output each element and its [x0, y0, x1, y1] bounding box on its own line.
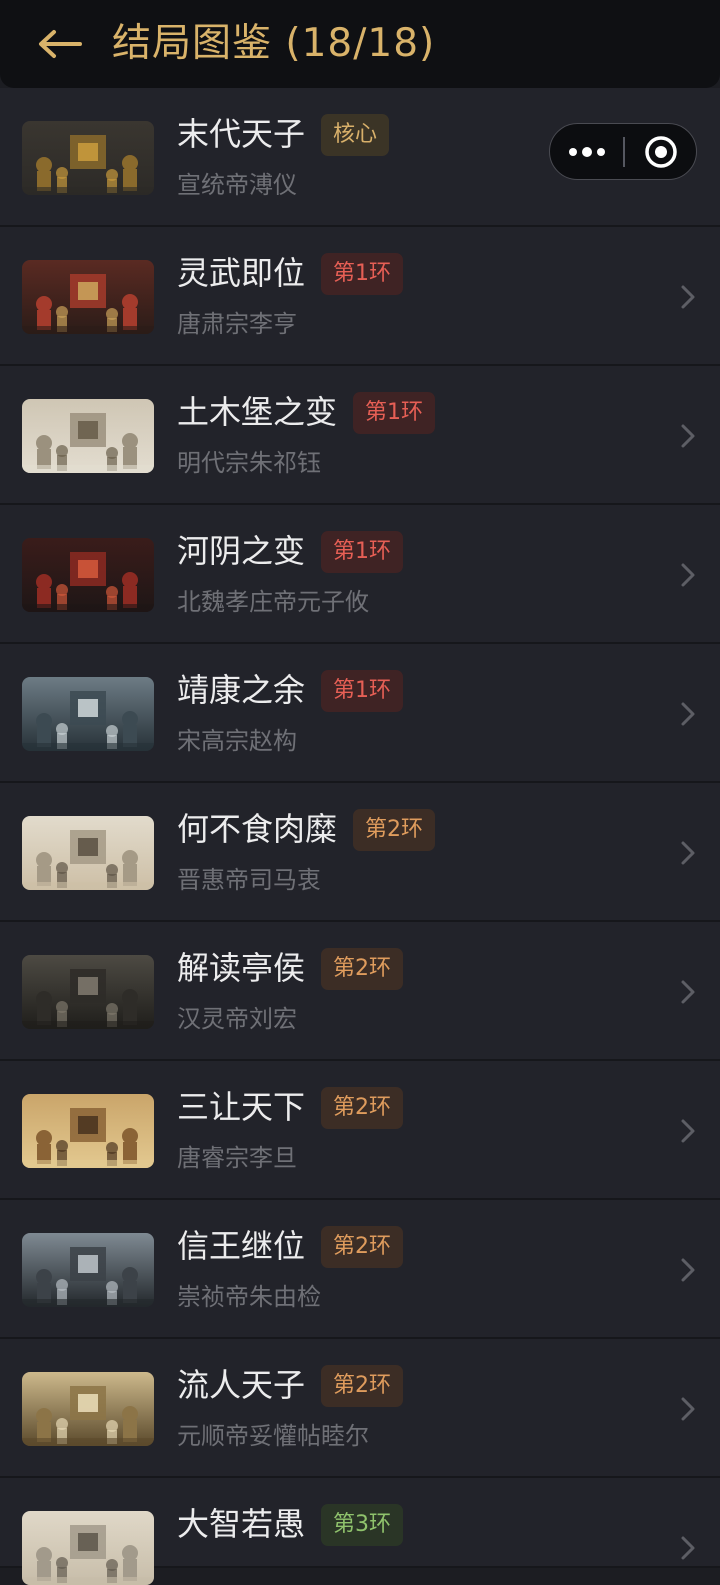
ending-illustration — [22, 955, 154, 1029]
chevron-right-icon — [681, 563, 695, 587]
emperor-name: 北魏孝庄帝元子攸 — [177, 588, 369, 616]
ending-row[interactable]: 土木堡之变 第1环明代宗朱祁钰 — [0, 366, 720, 505]
emperor-name: 宣统帝溥仪 — [177, 171, 297, 199]
more-button[interactable] — [550, 124, 624, 179]
chevron-right-icon — [681, 980, 695, 1004]
emperor-name: 崇祯帝朱由检 — [177, 1283, 321, 1311]
chevron-right-icon — [681, 1536, 695, 1560]
arrow-left-icon — [39, 30, 82, 58]
chevron-right-icon — [681, 285, 695, 309]
tier-badge: 第2环 — [321, 1087, 403, 1129]
chevron-right-icon — [681, 1397, 695, 1421]
ending-name: 河阴之变 — [177, 532, 306, 570]
emperor-name: 汉灵帝刘宏 — [177, 1005, 297, 1033]
ending-name: 何不食肉糜 — [177, 810, 338, 848]
tier-badge: 第2环 — [321, 1226, 403, 1268]
page-title: 结局图鉴 (18/18) — [112, 21, 436, 66]
chevron-right-icon — [681, 702, 695, 726]
ending-row[interactable]: 大智若愚 第3环 — [0, 1478, 720, 1585]
emperor-name: 晋惠帝司马衷 — [177, 866, 321, 894]
tier-badge: 第1环 — [321, 670, 403, 712]
ending-illustration — [22, 1094, 154, 1168]
ending-name: 信王继位 — [177, 1227, 306, 1265]
top-bar: 结局图鉴 (18/18) — [0, 0, 720, 88]
tier-badge: 第1环 — [321, 531, 403, 573]
ending-row[interactable]: 何不食肉糜 第2环晋惠帝司马衷 — [0, 783, 720, 922]
ending-row[interactable]: 解读亭侯 第2环 汉灵帝刘宏 — [0, 922, 720, 1061]
ending-row[interactable]: 信王继位 第2环 崇祯帝朱由检 — [0, 1200, 720, 1339]
ending-name: 灵武即位 — [177, 254, 306, 292]
tier-badge: 第3环 — [321, 1504, 403, 1546]
ending-name: 土木堡之变 — [177, 393, 338, 431]
ending-row[interactable]: 三让天下 第2环 唐睿宗李旦 — [0, 1061, 720, 1200]
ending-illustration — [22, 260, 154, 334]
tier-badge: 第1环 — [353, 392, 435, 434]
tier-badge: 核心 — [321, 114, 390, 156]
ending-list: 末代天子 核心 宣统帝溥仪 灵武即位 第1环 唐肃宗李亨 土木堡之变 第1环 明代宗朱祁钰 河阴之… — [0, 88, 720, 1585]
ending-illustration — [22, 121, 154, 195]
chevron-right-icon — [681, 424, 695, 448]
ending-illustration — [22, 399, 154, 473]
tier-badge: 第2环 — [321, 1365, 403, 1407]
ending-name: 三让天下 — [177, 1088, 306, 1126]
ending-row[interactable]: 流人天子 第2环元顺帝妥懽帖睦尔 — [0, 1339, 720, 1478]
ending-name: 靖康之余 — [177, 671, 306, 709]
tier-badge: 第2环 — [321, 948, 403, 990]
chevron-right-icon — [681, 1119, 695, 1143]
chevron-right-icon — [681, 1258, 695, 1282]
back-button[interactable] — [32, 20, 88, 68]
target-close-icon — [645, 135, 677, 168]
emperor-name: 元顺帝妥懽帖睦尔 — [177, 1422, 369, 1450]
ending-illustration — [22, 677, 154, 751]
chevron-right-icon — [681, 841, 695, 865]
ending-name: 大智若愚 — [177, 1505, 306, 1543]
emperor-name: 唐睿宗李旦 — [177, 1144, 297, 1172]
ending-row[interactable]: 灵武即位 第1环 唐肃宗李亨 — [0, 227, 720, 366]
emperor-name: 唐肃宗李亨 — [177, 310, 297, 338]
ending-illustration — [22, 1511, 154, 1585]
tier-badge: 第1环 — [321, 253, 403, 295]
close-miniprogram-button[interactable] — [625, 124, 697, 179]
tier-badge: 第2环 — [353, 809, 435, 851]
ending-illustration — [22, 538, 154, 612]
ending-illustration — [22, 1233, 154, 1307]
ending-row[interactable]: 河阴之变 第1环北魏孝庄帝元子攸 — [0, 505, 720, 644]
emperor-name: 宋高宗赵构 — [177, 727, 297, 755]
miniprogram-capsule — [549, 123, 697, 180]
more-dots-icon — [569, 146, 605, 157]
ending-name: 末代天子 — [177, 115, 306, 153]
ending-illustration — [22, 1372, 154, 1446]
emperor-name: 明代宗朱祁钰 — [177, 449, 321, 477]
ending-name: 解读亭侯 — [177, 949, 306, 987]
ending-row[interactable]: 靖康之余 第1环 宋高宗赵构 — [0, 644, 720, 783]
ending-name: 流人天子 — [177, 1366, 306, 1404]
ending-illustration — [22, 816, 154, 890]
